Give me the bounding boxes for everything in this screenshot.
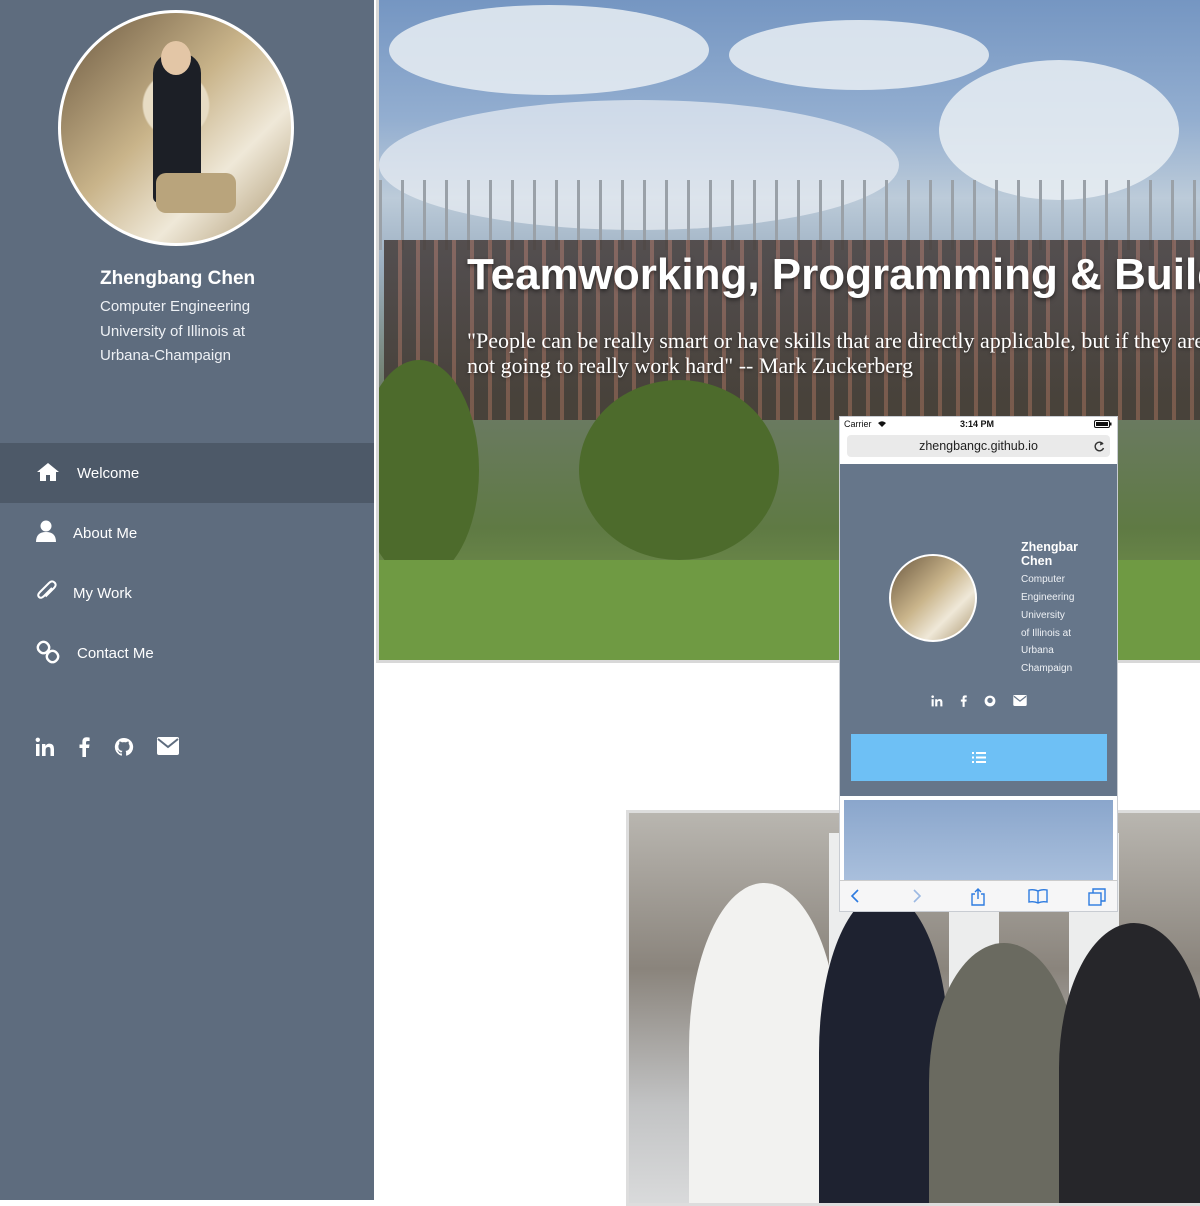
nav-item-about[interactable]: About Me (0, 503, 374, 563)
sidebar: Zhengbang Chen Computer Engineering Univ… (0, 0, 374, 1200)
battery-icon (1094, 420, 1112, 428)
phone-address-bar: zhengbangc.github.io (840, 432, 1117, 464)
user-icon (36, 520, 56, 542)
envelope-icon[interactable] (157, 737, 179, 755)
wifi-icon (878, 421, 886, 427)
phone-safari-toolbar (840, 880, 1117, 911)
phone-github-icon[interactable] (984, 695, 996, 707)
github-icon[interactable] (114, 737, 134, 757)
phone-carrier: Carrier (844, 419, 872, 429)
back-icon[interactable] (850, 888, 860, 904)
phone-url: zhengbangc.github.io (919, 439, 1038, 453)
phone-mockup: Carrier 3:14 PM zhengbangc.github.io Zhe… (840, 417, 1117, 911)
list-icon (972, 752, 986, 763)
nav-label-welcome: Welcome (77, 464, 140, 482)
phone-menu-button[interactable] (851, 734, 1107, 781)
phone-avatar (889, 554, 977, 642)
phone-page-preview (840, 796, 1117, 911)
nav-item-contact[interactable]: Contact Me (0, 623, 374, 683)
phone-profile-line: Urbana (1021, 645, 1054, 656)
phone-url-field[interactable]: zhengbangc.github.io (847, 435, 1110, 457)
hero-title: Teamworking, Programming & Buildi (467, 250, 1200, 299)
phone-profile-line: Champaign (1021, 663, 1073, 674)
profile-avatar (58, 10, 294, 246)
profile-school: University of Illinois at (100, 323, 246, 340)
profile-name: Zhengbang Chen (100, 268, 256, 289)
forward-icon[interactable] (912, 888, 922, 904)
paperclip-icon (37, 580, 57, 599)
nav-item-welcome[interactable]: Welcome (0, 443, 374, 503)
phone-linkedin-icon[interactable] (931, 695, 943, 707)
hero-quote: "People can be really smart or have skil… (467, 328, 1200, 378)
tabs-icon[interactable] (1088, 888, 1106, 906)
nav-label-contact: Contact Me (77, 644, 154, 662)
phone-envelope-icon[interactable] (1013, 695, 1027, 706)
phone-time: 3:14 PM (960, 419, 995, 429)
home-icon (37, 463, 59, 481)
nav-label-work: My Work (73, 584, 132, 602)
phone-profile-line: of Illinois at (1021, 628, 1072, 639)
phone-facebook-icon[interactable] (960, 695, 967, 707)
phone-profile-line: Engineering (1021, 592, 1075, 603)
profile-campus: Urbana-Champaign (100, 347, 231, 364)
nav-label-about: About Me (73, 524, 138, 542)
reload-icon[interactable] (1094, 440, 1105, 452)
phone-profile-line: University (1021, 610, 1065, 621)
phone-status-bar: Carrier 3:14 PM (840, 417, 1117, 432)
nav-item-work[interactable]: My Work (0, 563, 374, 623)
share-icon[interactable] (970, 888, 986, 906)
facebook-icon[interactable] (78, 737, 90, 757)
linkedin-icon[interactable] (35, 737, 55, 757)
phone-profile-name: Zhengbar Chen (1021, 540, 1078, 568)
profile-major: Computer Engineering (100, 298, 251, 315)
link-icon (36, 640, 60, 664)
phone-profile-line: Computer (1021, 574, 1065, 585)
bookmarks-icon[interactable] (1028, 888, 1048, 904)
